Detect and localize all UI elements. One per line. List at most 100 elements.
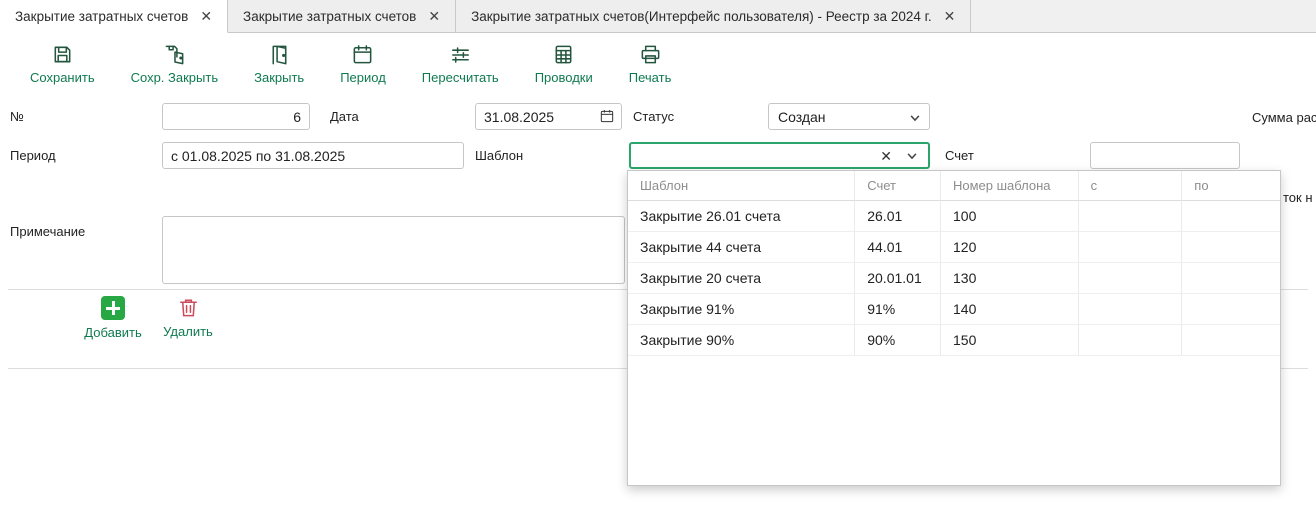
period-input[interactable] <box>162 142 464 169</box>
tab-close-icon[interactable]: ✕ <box>200 9 212 23</box>
close-door-icon <box>268 43 291 66</box>
cell-account: 20.01.01 <box>855 263 941 294</box>
cell-to <box>1182 201 1280 232</box>
date-calendar-icon[interactable] <box>599 108 615 124</box>
chevron-down-icon <box>906 150 918 162</box>
tab-document-1[interactable]: Закрытие затратных счетов ✕ <box>0 0 228 33</box>
date-field <box>475 103 622 130</box>
column-header-to: по <box>1182 171 1280 201</box>
cell-template-number: 130 <box>941 263 1079 294</box>
cell-to <box>1182 294 1280 325</box>
cell-from <box>1079 263 1183 294</box>
account-input[interactable] <box>1090 142 1240 169</box>
column-header-template-number: Номер шаблона <box>941 171 1079 201</box>
dropdown-empty-area <box>628 356 1280 485</box>
column-header-account: Счет <box>855 171 941 201</box>
template-option-row[interactable]: Закрытие 44 счета 44.01 120 <box>628 232 1280 263</box>
number-input[interactable] <box>162 103 310 130</box>
postings-button[interactable]: Проводки <box>535 43 593 85</box>
save-close-button[interactable]: Сохр. Закрыть <box>131 43 219 85</box>
delete-label: Удалить <box>163 324 213 339</box>
template-option-row[interactable]: Закрытие 20 счета 20.01.01 130 <box>628 263 1280 294</box>
cell-to <box>1182 325 1280 356</box>
cell-to <box>1182 263 1280 294</box>
cell-from <box>1079 325 1183 356</box>
recalculate-button[interactable]: Пересчитать <box>422 43 499 85</box>
recalculate-label: Пересчитать <box>422 70 499 85</box>
postings-label: Проводки <box>535 70 593 85</box>
main-toolbar: Сохранить Сохр. Закрыть Закрыть Период <box>0 34 1316 94</box>
status-select[interactable]: Создан <box>768 103 930 130</box>
cell-account: 44.01 <box>855 232 941 263</box>
tab-label: Закрытие затратных счетов <box>15 9 188 24</box>
template-option-row[interactable]: Закрытие 90% 90% 150 <box>628 325 1280 356</box>
close-button[interactable]: Закрыть <box>254 43 304 85</box>
add-row-button[interactable]: Добавить <box>83 296 143 340</box>
save-button[interactable]: Сохранить <box>30 43 95 85</box>
template-dropdown-button[interactable] <box>900 150 922 162</box>
cell-template: Закрытие 91% <box>628 294 855 325</box>
cell-template: Закрытие 90% <box>628 325 855 356</box>
cell-account: 26.01 <box>855 201 941 232</box>
cell-template-number: 150 <box>941 325 1079 356</box>
status-value: Создан <box>778 109 826 125</box>
period-field-label: Период <box>10 142 56 169</box>
chevron-down-icon <box>909 112 921 124</box>
tab-label: Закрытие затратных счетов <box>243 9 416 24</box>
cell-template: Закрытие 20 счета <box>628 263 855 294</box>
tab-close-icon[interactable]: ✕ <box>944 9 956 23</box>
template-option-row[interactable]: Закрытие 26.01 счета 26.01 100 <box>628 201 1280 232</box>
trash-icon <box>177 296 200 319</box>
template-dropdown-popup: Шаблон Счет Номер шаблона с по Закрытие … <box>627 170 1281 486</box>
clear-icon[interactable]: ✕ <box>872 149 900 163</box>
cell-account: 91% <box>855 294 941 325</box>
period-button[interactable]: Период <box>340 43 386 85</box>
add-plus-icon <box>101 296 125 320</box>
tab-document-2[interactable]: Закрытие затратных счетов ✕ <box>228 0 456 32</box>
cell-to <box>1182 232 1280 263</box>
cell-template-number: 120 <box>941 232 1079 263</box>
column-header-from: с <box>1079 171 1183 201</box>
print-icon <box>639 43 662 66</box>
cell-from <box>1079 232 1183 263</box>
tab-registry-2024[interactable]: Закрытие затратных счетов(Интерфейс поль… <box>456 0 971 32</box>
date-label: Дата <box>330 103 359 130</box>
template-option-row[interactable]: Закрытие 91% 91% 140 <box>628 294 1280 325</box>
recalculate-icon <box>449 43 472 66</box>
close-label: Закрыть <box>254 70 304 85</box>
note-textarea[interactable] <box>162 216 625 284</box>
save-label: Сохранить <box>30 70 95 85</box>
tab-bar: Закрытие затратных счетов ✕ Закрытие зат… <box>0 0 1316 33</box>
status-label: Статус <box>633 103 674 130</box>
calendar-icon <box>351 43 374 66</box>
column-header-template: Шаблон <box>628 171 855 201</box>
template-combobox[interactable]: ✕ <box>629 142 930 169</box>
right-label-truncated: ток н <box>1283 190 1313 205</box>
save-icon <box>51 43 74 66</box>
cell-from <box>1079 201 1183 232</box>
print-label: Печать <box>629 70 672 85</box>
cell-template-number: 140 <box>941 294 1079 325</box>
cell-from <box>1079 294 1183 325</box>
save-close-label: Сохр. Закрыть <box>131 70 219 85</box>
tab-label: Закрытие затратных счетов(Интерфейс поль… <box>471 9 932 24</box>
delete-row-button[interactable]: Удалить <box>160 296 216 339</box>
template-label: Шаблон <box>475 142 523 169</box>
cell-template: Закрытие 44 счета <box>628 232 855 263</box>
save-close-icon <box>163 43 186 66</box>
postings-grid-icon <box>552 43 575 66</box>
dropdown-header-row: Шаблон Счет Номер шаблона с по <box>628 171 1280 201</box>
period-label: Период <box>340 70 386 85</box>
number-label: № <box>10 103 24 130</box>
cell-template: Закрытие 26.01 счета <box>628 201 855 232</box>
sum-label-truncated: Сумма рас <box>1252 110 1316 125</box>
app-window: Закрытие затратных счетов ✕ Закрытие зат… <box>0 0 1316 508</box>
cell-template-number: 100 <box>941 201 1079 232</box>
print-button[interactable]: Печать <box>629 43 672 85</box>
tab-close-icon[interactable]: ✕ <box>428 9 440 23</box>
account-label: Счет <box>945 142 974 169</box>
note-label: Примечание <box>10 218 85 245</box>
add-label: Добавить <box>84 325 141 340</box>
cell-account: 90% <box>855 325 941 356</box>
template-input[interactable] <box>637 145 872 166</box>
